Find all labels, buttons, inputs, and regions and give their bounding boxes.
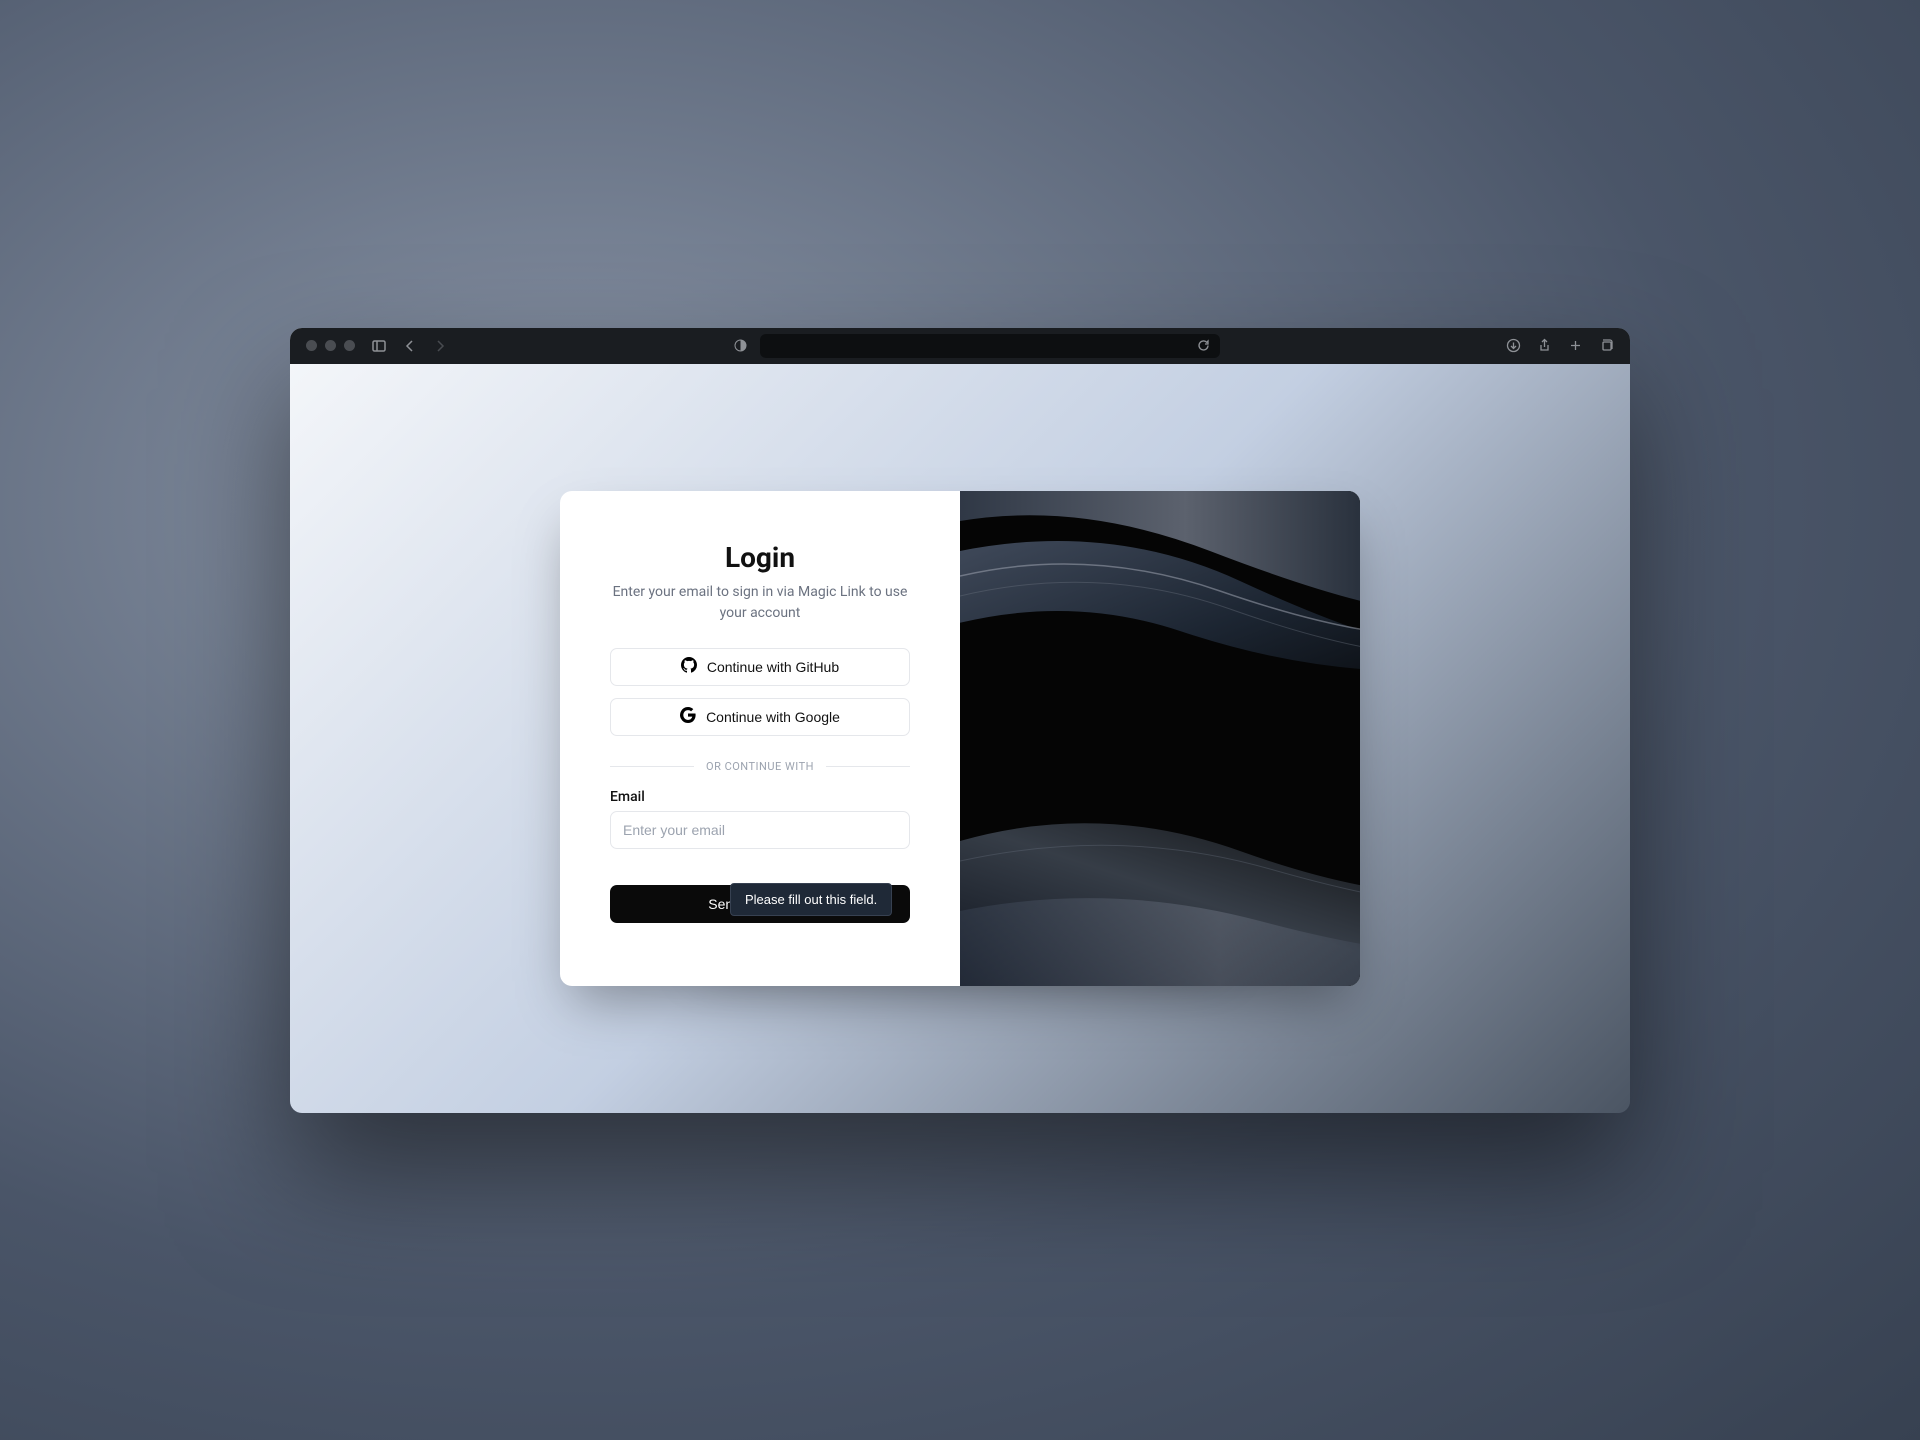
reload-icon[interactable]	[1197, 339, 1210, 352]
login-title: Login	[610, 541, 910, 574]
shield-icon[interactable]	[733, 338, 748, 353]
back-icon[interactable]	[403, 339, 417, 353]
divider-text: OR CONTINUE WITH	[694, 760, 826, 773]
share-icon[interactable]	[1537, 338, 1552, 353]
login-form-panel: Login Enter your email to sign in via Ma…	[560, 491, 960, 986]
continue-with-github-button[interactable]: Continue with GitHub	[610, 648, 910, 686]
decorative-wave-image	[960, 491, 1360, 986]
traffic-lights	[306, 340, 355, 351]
divider: OR CONTINUE WITH	[610, 760, 910, 773]
continue-with-google-button[interactable]: Continue with Google	[610, 698, 910, 736]
google-icon	[680, 707, 696, 726]
new-tab-icon[interactable]	[1568, 338, 1583, 353]
login-subtitle: Enter your email to sign in via Magic Li…	[610, 582, 910, 624]
email-input[interactable]	[610, 811, 910, 849]
send-magic-link-button[interactable]: Send Magic Link Please fill out this fie…	[610, 885, 910, 923]
sidebar-toggle-icon[interactable]	[371, 338, 387, 354]
chrome-left-controls	[306, 338, 447, 354]
tabs-overview-icon[interactable]	[1599, 338, 1614, 353]
url-bar[interactable]	[760, 334, 1220, 358]
github-icon	[681, 657, 697, 676]
chrome-right-controls	[1506, 338, 1614, 353]
github-button-label: Continue with GitHub	[707, 659, 839, 675]
browser-chrome	[290, 328, 1630, 364]
download-icon[interactable]	[1506, 338, 1521, 353]
browser-window: Login Enter your email to sign in via Ma…	[290, 328, 1630, 1113]
minimize-window-button[interactable]	[325, 340, 336, 351]
chrome-center	[459, 334, 1494, 358]
login-modal: Login Enter your email to sign in via Ma…	[560, 491, 1360, 986]
maximize-window-button[interactable]	[344, 340, 355, 351]
divider-line-right	[826, 766, 910, 767]
email-label: Email	[610, 789, 910, 805]
modal-stack: Login Enter your email to sign in via Ma…	[560, 491, 1360, 986]
google-button-label: Continue with Google	[706, 709, 840, 725]
divider-line-left	[610, 766, 694, 767]
forward-icon[interactable]	[433, 339, 447, 353]
login-image-panel	[960, 491, 1360, 986]
content-area: Login Enter your email to sign in via Ma…	[290, 364, 1630, 1113]
close-window-button[interactable]	[306, 340, 317, 351]
validation-tooltip: Please fill out this field.	[730, 883, 892, 916]
